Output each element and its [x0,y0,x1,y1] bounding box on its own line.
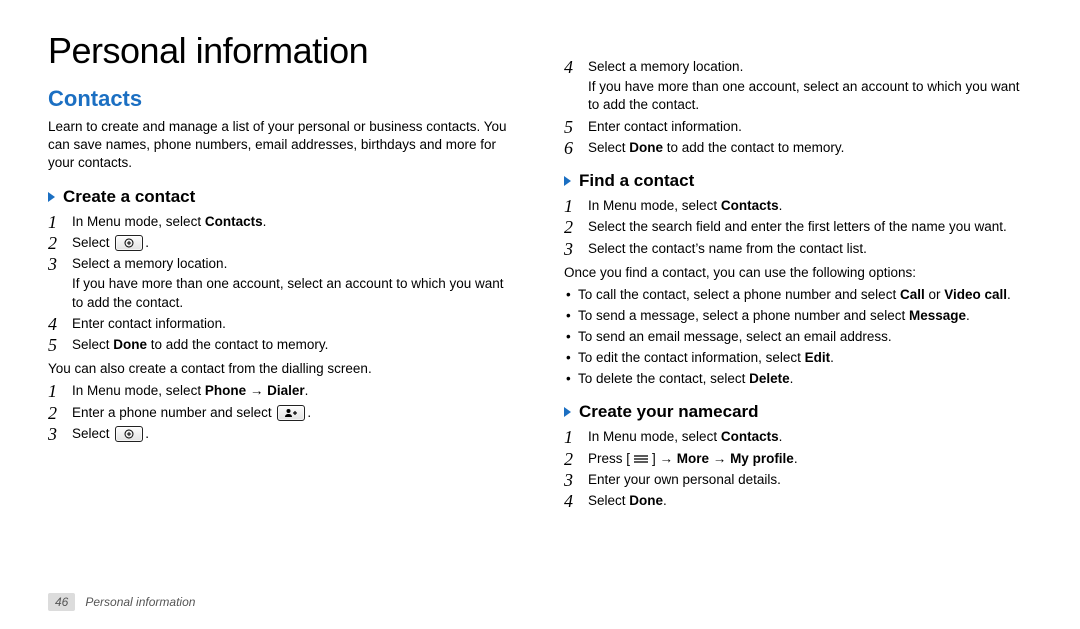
step-number: 4 [564,58,588,76]
options-intro: Once you find a contact, you can use the… [564,264,1032,282]
page-number: 46 [48,593,75,611]
list-item: 5 Select Done to add the contact to memo… [48,336,516,354]
sub-find-contact: Find a contact [564,171,1032,191]
step-body: In Menu mode, select Contacts. [588,197,1032,215]
list-item: To edit the contact information, select … [564,349,1032,368]
step-number: 4 [48,315,72,333]
step-number: 1 [564,197,588,215]
step-body: Select . [72,425,516,443]
list-item: 3 Select a memory location. If you have … [48,255,516,312]
step-number: 1 [48,213,72,231]
find-steps: 1 In Menu mode, select Contacts. 2 Selec… [564,197,1032,258]
step-body: Enter your own personal details. [588,471,1032,489]
chevron-right-icon [48,192,55,202]
step-number: 6 [564,139,588,157]
list-item: 4 Select a memory location. If you have … [564,58,1032,115]
step-body: Select a memory location. If you have mo… [588,58,1032,115]
step-number: 1 [564,428,588,446]
chevron-right-icon [564,407,571,417]
two-columns: Personal information Contacts Learn to c… [48,30,1032,570]
step-number: 3 [48,255,72,273]
options-list: To call the contact, select a phone numb… [564,286,1032,388]
step-body: Select the contact’s name from the conta… [588,240,1032,258]
list-item: To send an email message, select an emai… [564,328,1032,347]
footer-label: Personal information [85,595,195,609]
list-item: 1 In Menu mode, select Phone → Dialer. [48,382,516,400]
list-item: 2 Select . [48,234,516,252]
list-item: To call the contact, select a phone numb… [564,286,1032,305]
list-item: 3 Select . [48,425,516,443]
alt-steps: 1 In Menu mode, select Phone → Dialer. 2… [48,382,516,443]
step-body: In Menu mode, select Contacts. [72,213,516,231]
list-item: 4 Select Done. [564,492,1032,510]
list-item: 2 Enter a phone number and select . [48,404,516,422]
person-add-icon [277,405,305,421]
contacts-intro: Learn to create and manage a list of you… [48,118,516,173]
list-item: 2 Press [] → More → My profile. [564,450,1032,468]
chevron-right-icon [564,176,571,186]
step-number: 2 [564,218,588,236]
namecard-steps: 1 In Menu mode, select Contacts. 2 Press… [564,428,1032,510]
step-number: 3 [48,425,72,443]
step-number: 3 [564,240,588,258]
alt-intro: You can also create a contact from the d… [48,360,516,378]
step-body: Enter a phone number and select . [72,404,516,422]
step-body: Select Done to add the contact to memory… [588,139,1032,157]
step-body: Enter contact information. [588,118,1032,136]
create-steps: 1 In Menu mode, select Contacts. 2 Selec… [48,213,516,355]
manual-page: Personal information Contacts Learn to c… [0,0,1080,629]
step-number: 5 [48,336,72,354]
step-number: 5 [564,118,588,136]
sub-create-contact: Create a contact [48,187,516,207]
list-item: 1 In Menu mode, select Contacts. [48,213,516,231]
list-item: 3 Select the contact’s name from the con… [564,240,1032,258]
add-contact-icon [115,426,143,442]
step-body: Select . [72,234,516,252]
step-body: In Menu mode, select Phone → Dialer. [72,382,516,400]
sub-heading-label: Create a contact [63,187,195,207]
create-steps-continued: 4 Select a memory location. If you have … [564,58,1032,157]
page-title: Personal information [48,30,516,72]
list-item: 1 In Menu mode, select Contacts. [564,428,1032,446]
step-number: 2 [48,404,72,422]
list-item: 1 In Menu mode, select Contacts. [564,197,1032,215]
list-item: To delete the contact, select Delete. [564,370,1032,389]
step-number: 1 [48,382,72,400]
step-number: 3 [564,471,588,489]
menu-key-icon [632,453,650,465]
list-item: To send a message, select a phone number… [564,307,1032,326]
sub-create-namecard: Create your namecard [564,402,1032,422]
step-number: 2 [564,450,588,468]
step-body: Press [] → More → My profile. [588,450,1032,468]
list-item: 3 Enter your own personal details. [564,471,1032,489]
right-column: 4 Select a memory location. If you have … [564,30,1032,570]
step-body: Select a memory location. If you have mo… [72,255,516,312]
step-number: 2 [48,234,72,252]
left-column: Personal information Contacts Learn to c… [48,30,516,570]
sub-heading-label: Create your namecard [579,402,759,422]
section-heading-contacts: Contacts [48,86,516,112]
step-body: In Menu mode, select Contacts. [588,428,1032,446]
sub-heading-label: Find a contact [579,171,694,191]
page-footer: 46 Personal information [48,593,195,611]
list-item: 4 Enter contact information. [48,315,516,333]
add-contact-icon [115,235,143,251]
step-body: Enter contact information. [72,315,516,333]
step-body: Select Done to add the contact to memory… [72,336,516,354]
step-body: Select Done. [588,492,1032,510]
step-number: 4 [564,492,588,510]
step-body: Select the search field and enter the fi… [588,218,1032,236]
list-item: 5 Enter contact information. [564,118,1032,136]
list-item: 6 Select Done to add the contact to memo… [564,139,1032,157]
list-item: 2 Select the search field and enter the … [564,218,1032,236]
